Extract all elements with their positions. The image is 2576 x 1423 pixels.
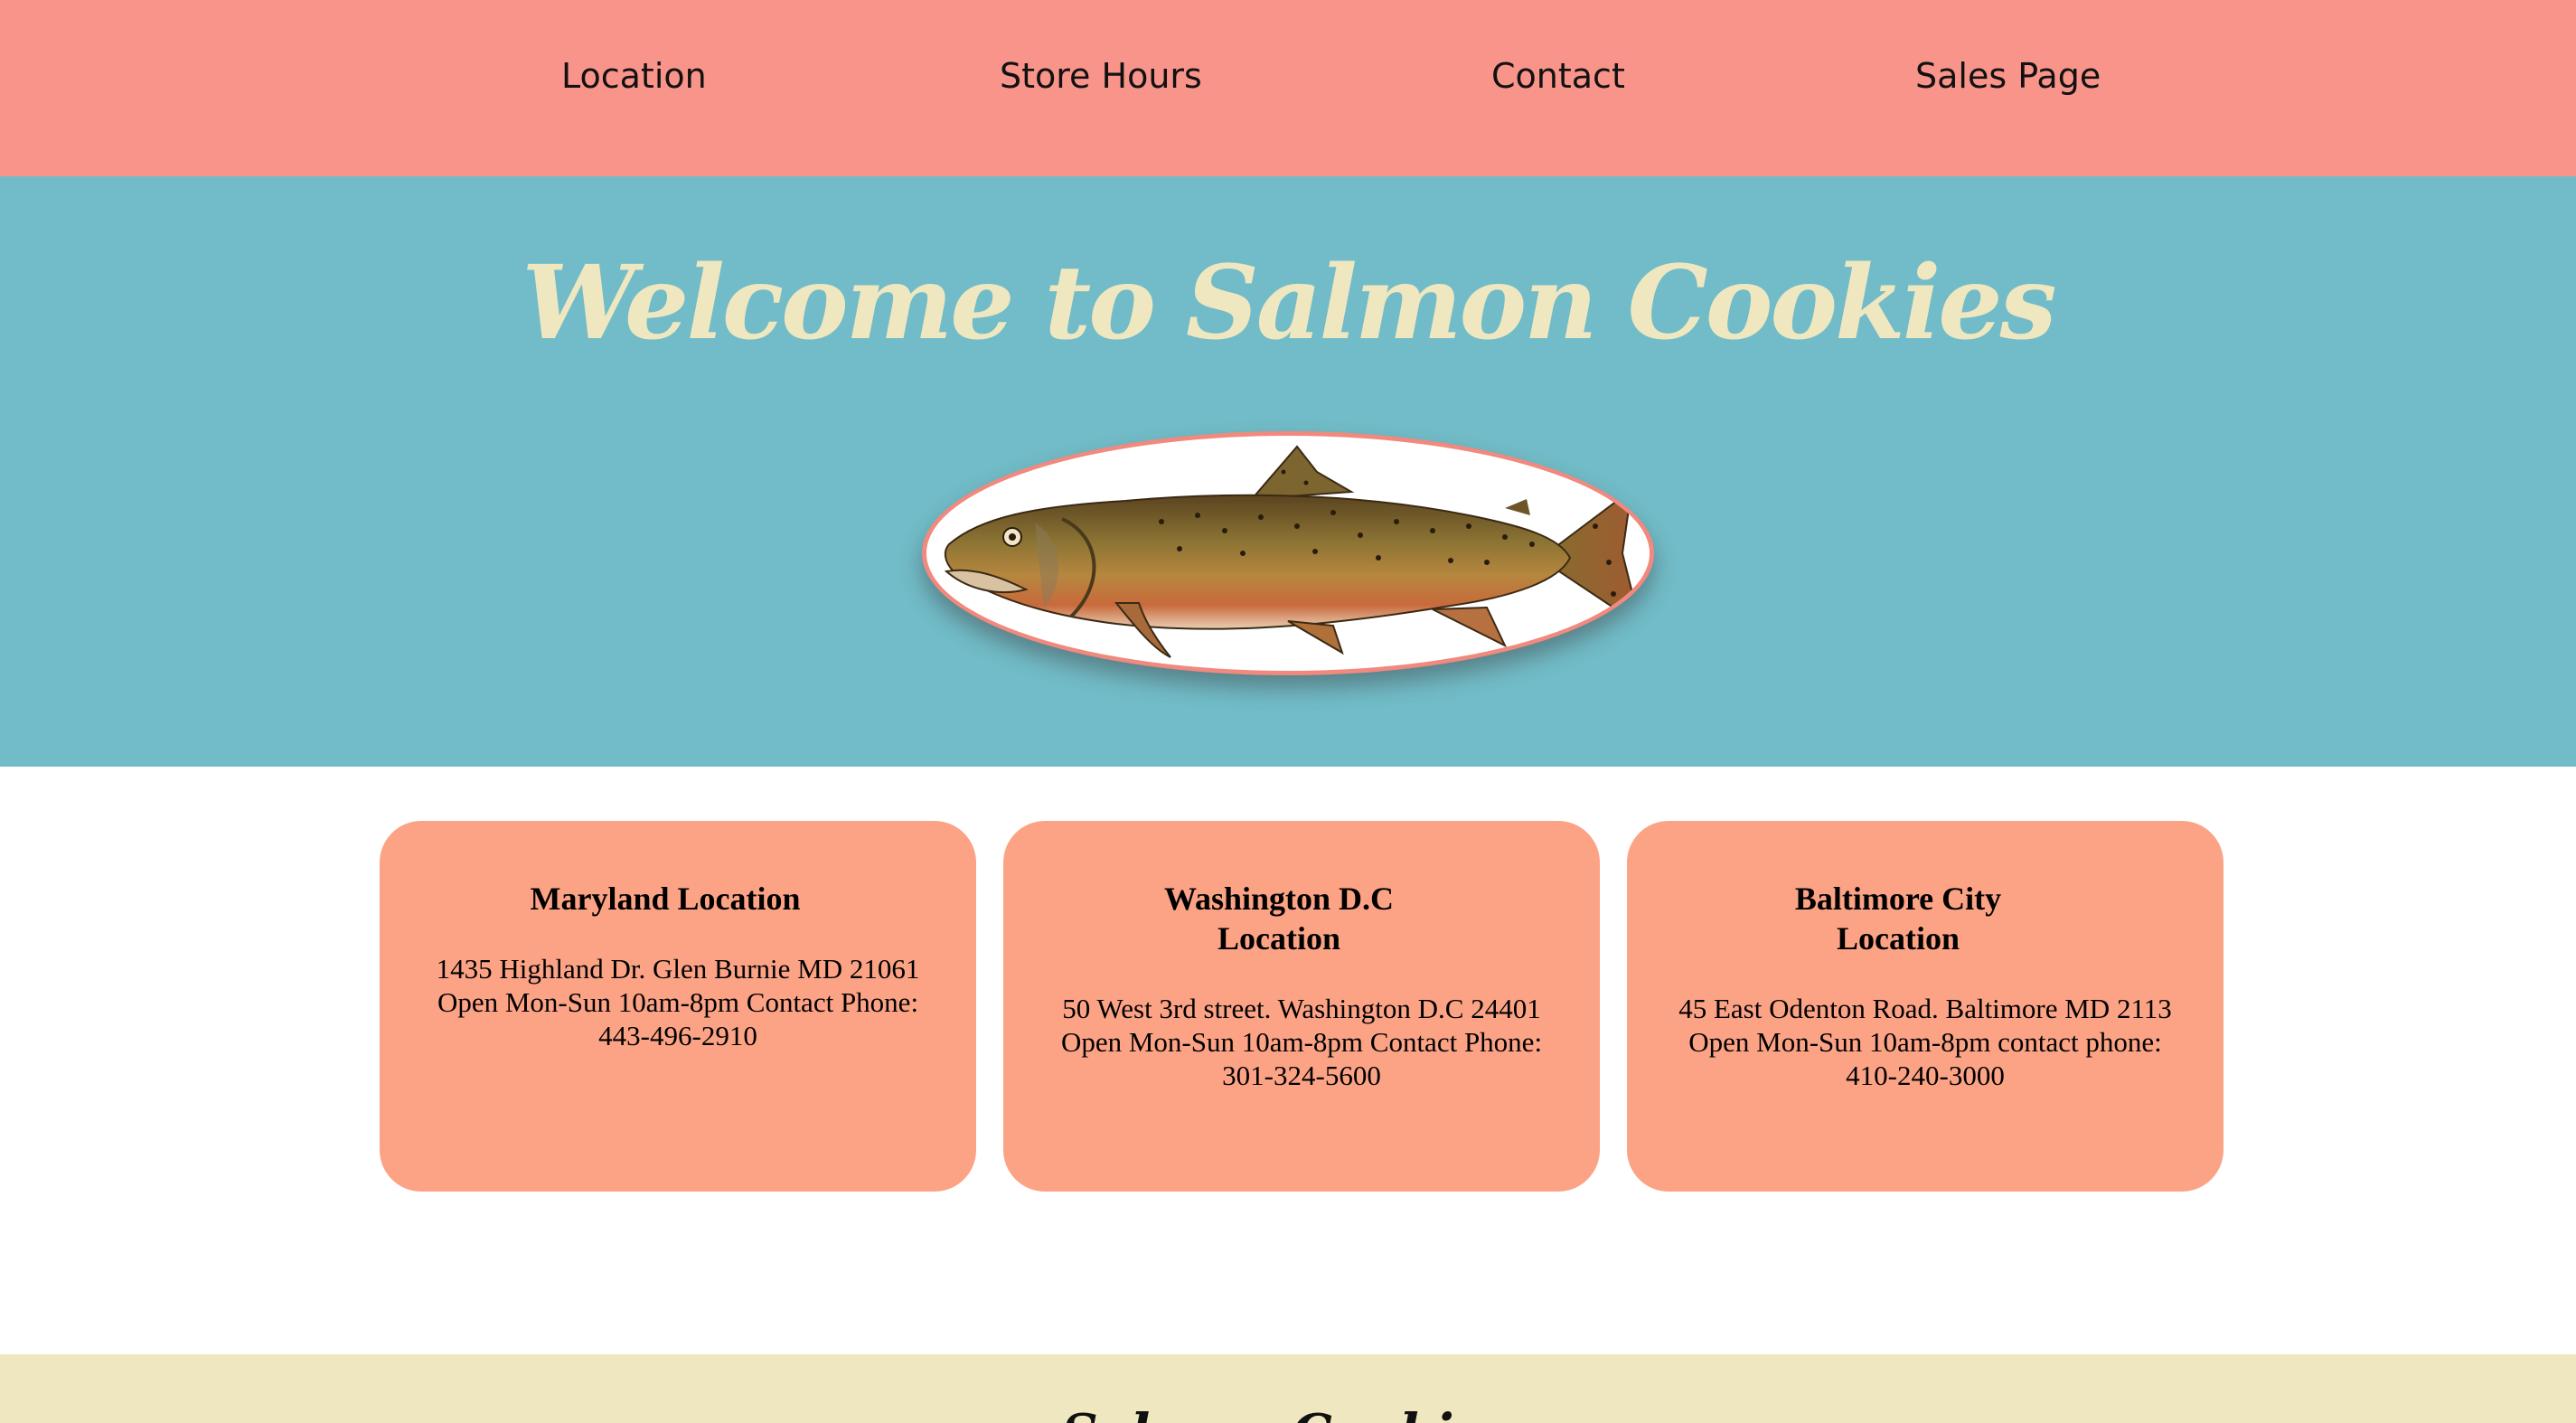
location-card-washington: Washington D.C Location 50 West 3rd stre… bbox=[1003, 821, 1600, 1192]
location-title: Baltimore City Location bbox=[1794, 881, 2002, 957]
salmon-fish-image bbox=[922, 431, 1654, 675]
location-address: 45 East Odenton Road. Baltimore MD 2113 … bbox=[1678, 993, 2172, 1091]
top-nav: Location Store Hours Contact Sales Page bbox=[0, 0, 2576, 176]
nav-link-sales-page[interactable]: Sales Page bbox=[1915, 56, 2101, 96]
location-card-maryland: Maryland Location 1435 Highland Dr. Glen… bbox=[380, 821, 976, 1192]
location-title: Washington D.C Location bbox=[1163, 881, 1395, 957]
footer-heading: Salmon Cookies bbox=[0, 1403, 2576, 1423]
location-address: 1435 Highland Dr. Glen Burnie MD 21061 O… bbox=[436, 953, 920, 1051]
location-title: Maryland Location bbox=[530, 881, 801, 917]
hero-title: Welcome to Salmon Cookies bbox=[522, 244, 2056, 363]
salmon-fish-icon bbox=[944, 445, 1642, 658]
location-card-baltimore: Baltimore City Location 45 East Odenton … bbox=[1627, 821, 2223, 1192]
location-address: 50 West 3rd street. Washington D.C 24401… bbox=[1060, 993, 1543, 1091]
nav-link-location[interactable]: Location bbox=[561, 56, 707, 96]
nav-link-store-hours[interactable]: Store Hours bbox=[1000, 56, 1202, 96]
footer: Salmon Cookies bbox=[0, 1354, 2576, 1423]
nav-link-contact[interactable]: Contact bbox=[1491, 56, 1625, 96]
